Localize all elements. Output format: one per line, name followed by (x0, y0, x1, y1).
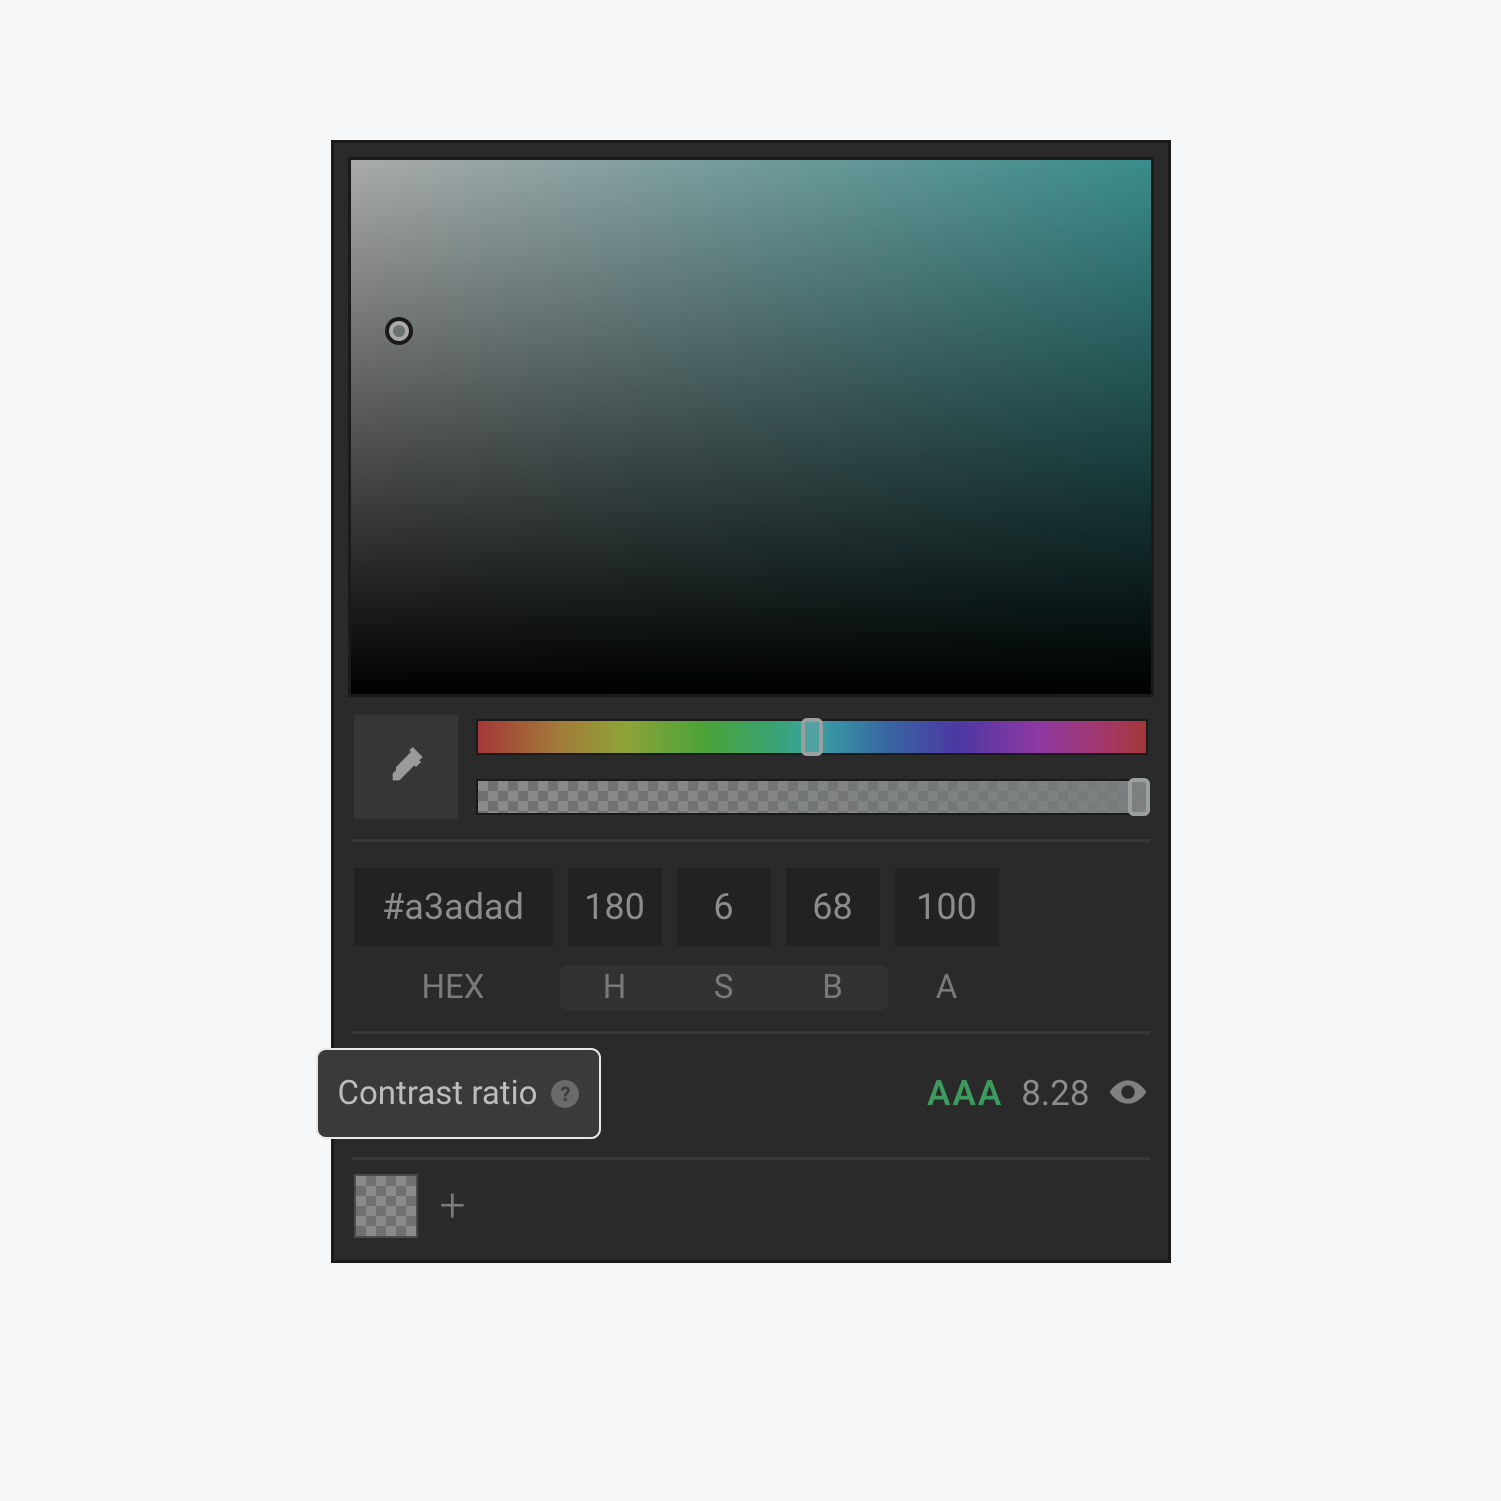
alpha-slider-thumb[interactable] (1128, 778, 1150, 816)
add-swatch-button[interactable]: + (440, 1183, 466, 1229)
hex-input[interactable]: #a3adad (354, 868, 553, 946)
contrast-value: 8.28 (1021, 1073, 1089, 1114)
contrast-level-badge: AAA (927, 1073, 1003, 1114)
swatches-row: + (334, 1160, 1168, 1260)
eyedropper-button[interactable] (354, 715, 458, 819)
saturation-brightness-area[interactable] (348, 157, 1154, 697)
alpha-input[interactable]: 100 (895, 868, 999, 946)
hue-slider[interactable] (476, 719, 1148, 755)
eye-icon (1108, 1072, 1148, 1112)
sliders-row (334, 711, 1168, 839)
sliders-column (476, 719, 1148, 815)
s-label: S (677, 968, 771, 1007)
color-inputs-row: #a3adad 180 6 68 100 (334, 842, 1168, 958)
a-label: A (895, 968, 999, 1007)
contrast-ratio-label: Contrast ratio (338, 1074, 538, 1113)
saturation-input[interactable]: 6 (677, 868, 771, 946)
contrast-ratio-box[interactable]: Contrast ratio ? (316, 1048, 602, 1139)
hue-slider-thumb[interactable] (801, 718, 823, 756)
hex-label: HEX (354, 968, 553, 1007)
swatch-transparent[interactable] (354, 1174, 418, 1238)
b-label: B (786, 968, 880, 1007)
help-icon[interactable]: ? (551, 1080, 579, 1108)
h-label: H (568, 968, 662, 1007)
alpha-slider[interactable] (476, 779, 1148, 815)
color-picker-panel: #a3adad 180 6 68 100 HEX H S B A Contras… (331, 140, 1171, 1263)
visibility-toggle-button[interactable] (1108, 1072, 1148, 1116)
contrast-row: Contrast ratio ? AAA 8.28 (334, 1034, 1168, 1157)
color-labels-row: HEX H S B A (334, 958, 1168, 1031)
brightness-input[interactable]: 68 (786, 868, 880, 946)
saturation-brightness-cursor[interactable] (385, 317, 413, 345)
hsb-color-mode-toggle[interactable]: H S B (560, 965, 888, 1010)
eyedropper-icon (386, 747, 426, 787)
hue-input[interactable]: 180 (568, 868, 662, 946)
